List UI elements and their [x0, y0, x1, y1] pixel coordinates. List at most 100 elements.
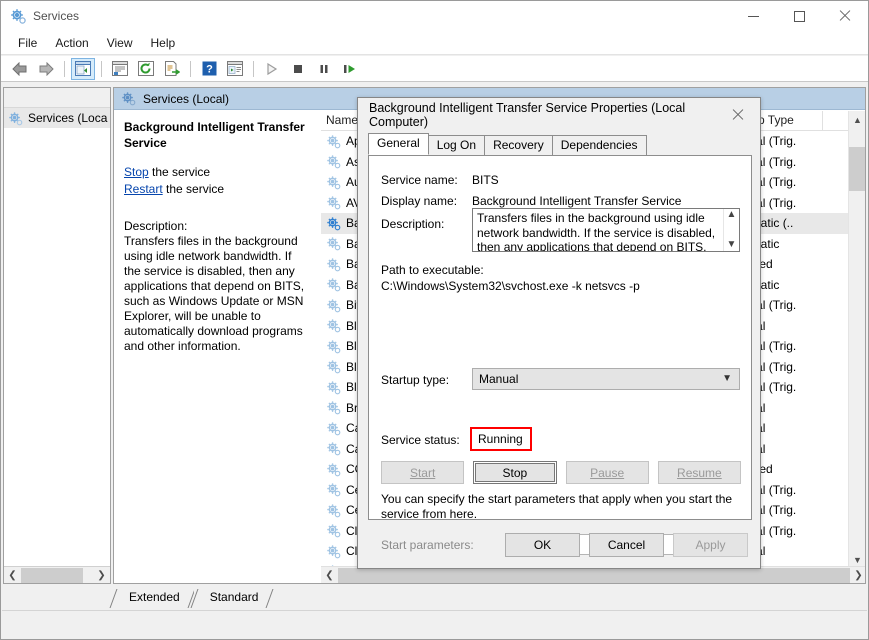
stop-button-label: Stop — [503, 466, 528, 480]
toolbar-separator — [253, 61, 254, 77]
tab-extended[interactable]: Extended — [113, 589, 194, 608]
properties-icon[interactable] — [108, 58, 132, 80]
scroll-thumb[interactable] — [21, 568, 83, 583]
tree-horizontal-scrollbar[interactable]: ❮ ❯ — [4, 566, 110, 583]
console-tree-pane: Services (Loca ❮ ❯ — [3, 87, 111, 584]
restart-service-action: Restart the service — [124, 182, 311, 197]
service-control-buttons: Start Stop Pause Resume — [381, 461, 741, 484]
tab-standard[interactable]: Standard — [194, 589, 273, 608]
chevron-down-icon: ▼ — [722, 373, 732, 384]
tree-header — [4, 88, 110, 108]
services-gear-icon — [326, 195, 341, 210]
start-button-label: Start — [410, 466, 435, 480]
scroll-right-icon[interactable]: ❯ — [850, 567, 866, 583]
startup-type-dropdown[interactable]: Manual ▼ — [472, 368, 740, 390]
stop-service-text: the service — [149, 165, 210, 179]
back-icon[interactable] — [8, 58, 32, 80]
services-gear-icon — [326, 236, 341, 251]
stop-service-icon[interactable] — [286, 58, 310, 80]
close-icon — [732, 109, 744, 121]
services-gear-icon — [326, 482, 341, 497]
close-button[interactable] — [822, 1, 868, 31]
services-gear-icon — [326, 503, 341, 518]
scroll-up-icon[interactable]: ▲ — [727, 209, 737, 221]
apply-button[interactable]: Apply — [673, 533, 748, 557]
title-bar: Services — [1, 1, 868, 31]
service-properties-dialog: Background Intelligent Transfer Service … — [357, 97, 761, 569]
menu-view[interactable]: View — [98, 33, 142, 53]
restart-service-text: the service — [163, 182, 224, 196]
dialog-body: General Log On Recovery Dependencies Ser… — [368, 134, 752, 520]
help-icon[interactable]: ? — [197, 58, 221, 80]
scroll-left-icon[interactable]: ❮ — [4, 567, 21, 583]
service-info-title: Background Intelligent Transfer Service — [124, 119, 311, 151]
stop-service-link[interactable]: Stop — [124, 165, 149, 179]
pause-service-icon[interactable] — [312, 58, 336, 80]
dialog-title-bar: Background Intelligent Transfer Service … — [358, 98, 760, 132]
dialog-title: Background Intelligent Transfer Service … — [358, 101, 716, 129]
view-tabs: Extended Standard — [113, 588, 272, 608]
restart-service-icon[interactable] — [338, 58, 362, 80]
menu-bar: File Action View Help — [1, 31, 868, 55]
display-name-value: Background Intelligent Transfer Service — [472, 194, 681, 208]
tab-log-on[interactable]: Log On — [428, 135, 485, 155]
description-scrollbar[interactable]: ▲ ▼ — [723, 209, 739, 251]
services-gear-icon — [326, 339, 341, 354]
stop-button[interactable]: Stop — [473, 461, 556, 484]
tab-general[interactable]: General — [368, 133, 429, 155]
svg-text:?: ? — [206, 64, 213, 76]
description-readonly-box[interactable]: Transfers files in the background using … — [472, 208, 740, 252]
close-icon — [839, 10, 851, 22]
menu-help[interactable]: Help — [142, 33, 185, 53]
restart-service-link[interactable]: Restart — [124, 182, 163, 196]
window-title: Services — [33, 9, 730, 23]
stop-service-action: Stop the service — [124, 165, 311, 180]
toolbar-separator — [101, 61, 102, 77]
export-list-icon[interactable] — [160, 58, 184, 80]
menu-action[interactable]: Action — [46, 33, 97, 53]
pause-button[interactable]: Pause — [566, 461, 649, 484]
dialog-close-button[interactable] — [716, 100, 760, 130]
refresh-icon[interactable] — [134, 58, 158, 80]
services-gear-icon — [326, 216, 341, 231]
general-tab-panel: Service name: BITS Display name: Backgro… — [368, 155, 752, 520]
menu-file[interactable]: File — [9, 33, 46, 53]
scroll-thumb[interactable] — [338, 568, 850, 583]
maximize-icon — [794, 11, 805, 22]
show-hide-console-tree-icon[interactable] — [223, 58, 247, 80]
tab-recovery[interactable]: Recovery — [484, 135, 553, 155]
minimize-button[interactable] — [730, 1, 776, 31]
maximize-button[interactable] — [776, 1, 822, 31]
start-button[interactable]: Start — [381, 461, 464, 484]
dialog-description-label: Description: — [381, 217, 444, 231]
show-hide-tree-icon[interactable] — [71, 58, 95, 80]
ok-button[interactable]: OK — [505, 533, 580, 557]
services-gear-icon — [10, 8, 26, 24]
detail-header-label: Services (Local) — [143, 92, 229, 106]
scroll-up-icon[interactable]: ▲ — [849, 111, 866, 128]
list-vertical-scrollbar[interactable]: ▲ ▼ — [848, 111, 865, 568]
pause-button-label: Pause — [590, 466, 624, 480]
services-gear-icon — [326, 318, 341, 333]
services-gear-icon — [326, 544, 341, 559]
scroll-right-icon[interactable]: ❯ — [93, 567, 110, 583]
forward-icon[interactable] — [34, 58, 58, 80]
scroll-left-icon[interactable]: ❮ — [321, 567, 338, 583]
service-name-value: BITS — [472, 173, 499, 187]
path-to-executable-value: C:\Windows\System32\svchost.exe -k netsv… — [381, 279, 640, 293]
services-gear-icon — [326, 380, 341, 395]
services-gear-icon — [121, 91, 136, 106]
resume-button[interactable]: Resume — [658, 461, 741, 484]
scroll-down-icon[interactable]: ▼ — [727, 239, 737, 251]
tree-item-services-local[interactable]: Services (Loca — [4, 108, 110, 128]
toolbar: ? — [1, 56, 868, 82]
scroll-thumb[interactable] — [849, 147, 866, 191]
display-name-label: Display name: — [381, 194, 457, 208]
cancel-button[interactable]: Cancel — [589, 533, 664, 557]
dialog-footer: OK Cancel Apply — [358, 522, 760, 568]
services-gear-icon — [326, 134, 341, 149]
toolbar-separator — [64, 61, 65, 77]
description-readonly-text: Transfers files in the background using … — [477, 211, 729, 252]
tab-dependencies[interactable]: Dependencies — [552, 135, 647, 155]
start-service-icon[interactable] — [260, 58, 284, 80]
